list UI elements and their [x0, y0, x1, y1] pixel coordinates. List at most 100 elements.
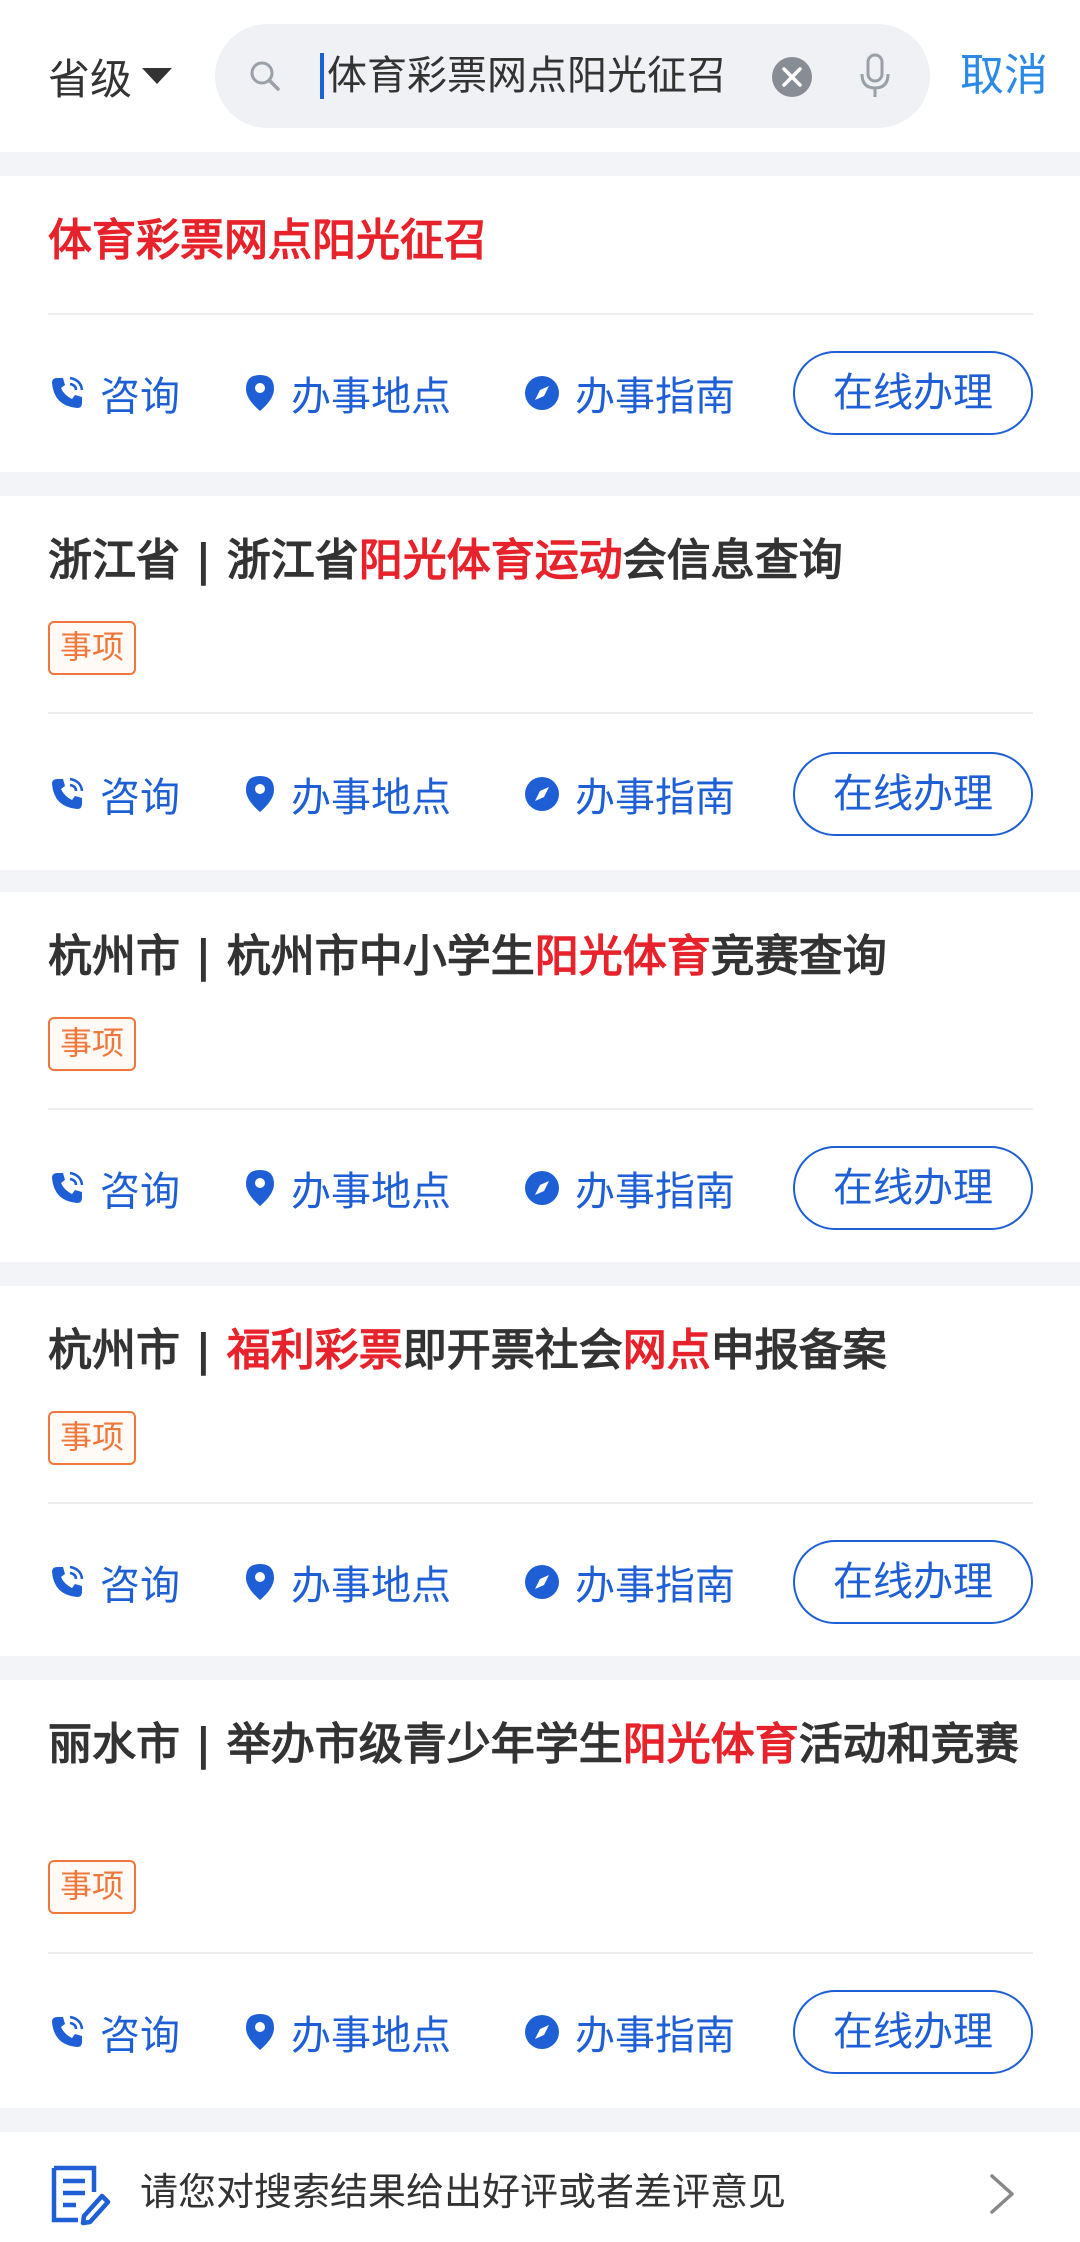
title-highlight: 体育彩票网点阳光征召 [48, 215, 488, 266]
title-segment: 即开票社会 [402, 1325, 623, 1376]
guide-label: 办事指南 [575, 374, 735, 420]
item-tag: 事项 [48, 621, 137, 675]
location-pin-icon [246, 375, 274, 411]
place-button[interactable]: 办事地点 [243, 1990, 451, 2074]
guide-button[interactable]: 办事指南 [523, 351, 735, 435]
consult-label: 咨询 [100, 1169, 180, 1215]
place-button[interactable]: 办事地点 [243, 752, 451, 836]
result-title[interactable]: 浙江省 | 浙江省阳光体育运动会信息查询 [48, 532, 1038, 590]
location-pin-icon [246, 1564, 274, 1600]
online-apply-button[interactable]: 在线办理 [793, 1146, 1033, 1230]
online-apply-button[interactable]: 在线办理 [793, 1990, 1033, 2074]
location-pin-icon [246, 1170, 274, 1206]
consult-button[interactable]: 咨询 [48, 1540, 180, 1624]
microphone-icon[interactable] [855, 52, 895, 100]
place-label: 办事地点 [291, 374, 451, 420]
divider [48, 1952, 1033, 1954]
title-segment: 活动和竞赛 [798, 1719, 1019, 1770]
consult-label: 咨询 [100, 374, 180, 420]
feedback-bar[interactable]: 请您对搜索结果给出好评或者差评意见 [0, 2132, 1080, 2242]
title-highlight: 网点 [622, 1325, 711, 1376]
online-apply-button[interactable]: 在线办理 [793, 752, 1033, 836]
title-highlight: 阳光体育 [622, 1719, 799, 1770]
compass-icon [525, 2015, 559, 2049]
result-title[interactable]: 杭州市 | 杭州市中小学生阳光体育竞赛查询 [48, 928, 1038, 986]
divider [48, 313, 1033, 315]
guide-button[interactable]: 办事指南 [523, 1990, 735, 2074]
action-row: 咨询 办事地点 办事指南 在线办理 [48, 752, 1033, 836]
compass-icon [525, 1171, 559, 1205]
location-pin-icon [246, 776, 274, 812]
action-row: 咨询 办事地点 办事指南 在线办理 [48, 1146, 1033, 1230]
result-title[interactable]: 体育彩票网点阳光征召 [48, 212, 1038, 270]
cancel-button[interactable]: 取消 [960, 40, 1048, 112]
caret-down-icon [142, 68, 173, 84]
guide-button[interactable]: 办事指南 [523, 752, 735, 836]
item-tag: 事项 [48, 1860, 137, 1914]
guide-button[interactable]: 办事指南 [523, 1146, 735, 1230]
title-highlight: 阳光体育运动 [358, 535, 623, 586]
consult-button[interactable]: 咨询 [48, 1146, 180, 1230]
result-card: 体育彩票网点阳光征召 咨询 办事地点 办事指南 在线办理 [0, 176, 1080, 472]
result-title[interactable]: 杭州市 | 福利彩票即开票社会网点申报备案 [48, 1322, 1038, 1380]
title-segment: 竞赛查询 [710, 931, 887, 982]
online-apply-button[interactable]: 在线办理 [793, 1540, 1033, 1624]
result-card: 丽水市 | 举办市级青少年学生阳光体育活动和竞赛 事项 咨询 办事地点 办事指南 [0, 1680, 1080, 2108]
result-card: 浙江省 | 浙江省阳光体育运动会信息查询 事项 咨询 办事地点 办事指南 在线办… [0, 496, 1080, 870]
action-row: 咨询 办事地点 办事指南 在线办理 [48, 1990, 1033, 2074]
action-row: 咨询 办事地点 办事指南 在线办理 [48, 1540, 1033, 1624]
phone-icon [52, 1171, 84, 1203]
search-query-text: 体育彩票网点阳光征召 [327, 53, 727, 99]
search-header: 省级 体育彩票网点阳光征召 取消 [0, 0, 1080, 152]
title-segment: 浙江省 | 浙江省 [48, 535, 359, 586]
guide-label: 办事指南 [575, 1563, 735, 1609]
phone-icon [52, 1565, 84, 1597]
level-label: 省级 [48, 54, 133, 104]
guide-label: 办事指南 [575, 2013, 735, 2059]
phone-icon [52, 2015, 84, 2047]
item-tag: 事项 [48, 1411, 137, 1465]
compass-icon [525, 777, 559, 811]
phone-icon [52, 376, 84, 408]
online-apply-button[interactable]: 在线办理 [793, 351, 1033, 435]
consult-label: 咨询 [100, 775, 180, 821]
place-button[interactable]: 办事地点 [243, 351, 451, 435]
clear-icon[interactable] [771, 56, 813, 98]
consult-button[interactable]: 咨询 [48, 1990, 180, 2074]
place-label: 办事地点 [291, 1169, 451, 1215]
action-row: 咨询 办事地点 办事指南 在线办理 [48, 351, 1033, 435]
feedback-note-icon [51, 2165, 111, 2226]
place-button[interactable]: 办事地点 [243, 1540, 451, 1624]
location-pin-icon [246, 2014, 274, 2050]
place-button[interactable]: 办事地点 [243, 1146, 451, 1230]
consult-button[interactable]: 咨询 [48, 752, 180, 836]
level-dropdown[interactable]: 省级 [48, 44, 173, 108]
search-icon [250, 61, 280, 91]
consult-label: 咨询 [100, 1563, 180, 1609]
title-segment: 杭州市 | 杭州市中小学生 [48, 931, 535, 982]
result-title[interactable]: 丽水市 | 举办市级青少年学生阳光体育活动和竞赛 [48, 1716, 1038, 1774]
title-segment: 丽水市 | 举办市级青少年学生 [48, 1719, 623, 1770]
consult-button[interactable]: 咨询 [48, 351, 180, 435]
divider [48, 1108, 1033, 1110]
title-segment: 会信息查询 [622, 535, 843, 586]
feedback-text: 请您对搜索结果给出好评或者差评意见 [140, 2170, 787, 2214]
text-cursor [320, 53, 324, 99]
place-label: 办事地点 [291, 1563, 451, 1609]
guide-label: 办事指南 [575, 1169, 735, 1215]
result-card: 杭州市 | 杭州市中小学生阳光体育竞赛查询 事项 咨询 办事地点 办事指南 在线… [0, 892, 1080, 1262]
divider [48, 712, 1033, 714]
result-card: 杭州市 | 福利彩票即开票社会网点申报备案 事项 咨询 办事地点 办事指南 在线… [0, 1286, 1080, 1656]
place-label: 办事地点 [291, 775, 451, 821]
search-input[interactable]: 体育彩票网点阳光征召 [215, 24, 930, 128]
item-tag: 事项 [48, 1017, 137, 1071]
guide-label: 办事指南 [575, 775, 735, 821]
compass-icon [525, 1565, 559, 1599]
place-label: 办事地点 [291, 2013, 451, 2059]
title-highlight: 阳光体育 [534, 931, 711, 982]
title-highlight: 福利彩票 [226, 1325, 403, 1376]
guide-button[interactable]: 办事指南 [523, 1540, 735, 1624]
title-segment: 申报备案 [710, 1325, 887, 1376]
phone-icon [52, 777, 84, 809]
divider [48, 1502, 1033, 1504]
